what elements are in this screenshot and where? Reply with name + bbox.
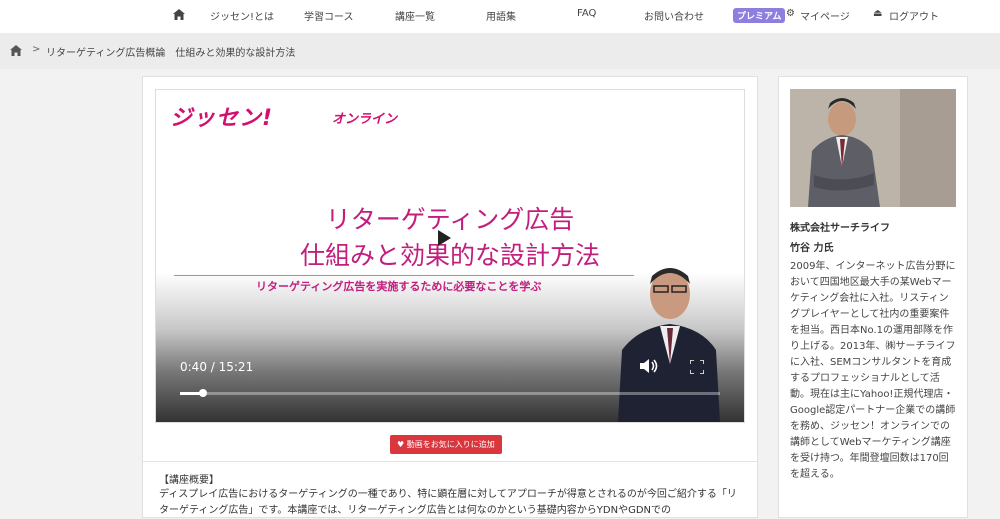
top-nav: ジッセン!とは 学習コース 講座一覧 用語集 FAQ お問い合わせ プレミアム … — [0, 0, 1000, 33]
video-logo: ジッセン! — [170, 106, 274, 131]
nav-item-contact[interactable]: お問い合わせ — [644, 8, 704, 23]
nav-item-logout[interactable]: ログアウト — [889, 8, 939, 23]
home-icon[interactable] — [10, 45, 22, 56]
video-player[interactable]: ジッセン! オンライン リターゲティング広告 仕組みと効果的な設計方法 リターゲ… — [155, 89, 745, 423]
home-icon[interactable] — [173, 9, 185, 20]
add-favorite-button[interactable]: ♥ 動画をお気に入りに追加 — [390, 435, 502, 454]
video-logo-sub: オンライン — [332, 112, 398, 127]
video-time: 0:40 / 15:21 — [180, 360, 254, 374]
logout-icon[interactable]: ⏏ — [873, 8, 882, 19]
volume-icon[interactable] — [640, 358, 660, 374]
video-progress-handle[interactable] — [199, 389, 207, 397]
nav-item-courses[interactable]: 学習コース — [304, 8, 354, 23]
play-icon[interactable] — [438, 230, 451, 246]
instructor-company: 株式会社サーチライフ — [790, 223, 890, 234]
breadcrumb-current: リターゲティング広告概論 仕組みと効果的な設計方法 — [46, 48, 296, 59]
breadcrumb-separator: > — [32, 44, 41, 55]
nav-item-mypage[interactable]: マイページ — [800, 8, 850, 23]
instructor-photo — [790, 89, 956, 207]
lecture-card: ジッセン! オンライン リターゲティング広告 仕組みと効果的な設計方法 リターゲ… — [142, 76, 758, 518]
add-favorite-label: 動画をお気に入りに追加 — [406, 440, 495, 449]
nav-item-glossary[interactable]: 用語集 — [486, 8, 516, 23]
premium-badge: プレミアム — [733, 8, 786, 23]
video-subtitle: リターゲティング広告を実施するために必要なことを学ぶ — [256, 280, 542, 293]
video-progress-bar[interactable] — [180, 389, 720, 397]
nav-item-lectures[interactable]: 講座一覧 — [395, 8, 435, 23]
presenter-figure — [618, 268, 720, 422]
divider — [143, 461, 757, 462]
heart-icon: ♥ — [397, 440, 405, 449]
nav-item-faq[interactable]: FAQ — [577, 8, 596, 19]
video-title-rule — [174, 275, 634, 276]
instructor-name: 竹谷 力氏 — [790, 243, 834, 254]
gear-icon[interactable]: ⚙ — [786, 8, 795, 19]
instructor-bio: 2009年、インターネット広告分野において四国地区最大手の某Webマーケティング… — [790, 261, 956, 480]
fullscreen-icon[interactable] — [690, 360, 704, 374]
nav-item-about[interactable]: ジッセン!とは — [210, 8, 274, 23]
instructor-card: 株式会社サーチライフ 竹谷 力氏 2009年、インターネット広告分野において四国… — [778, 76, 968, 518]
overview-heading: 【講座概要】 — [159, 475, 219, 486]
overview-text: ディスプレイ広告におけるターゲティングの一種であり、特に顕在層に対してアプローチ… — [159, 489, 737, 516]
breadcrumb: > リターゲティング広告概論 仕組みと効果的な設計方法 — [0, 33, 1000, 69]
